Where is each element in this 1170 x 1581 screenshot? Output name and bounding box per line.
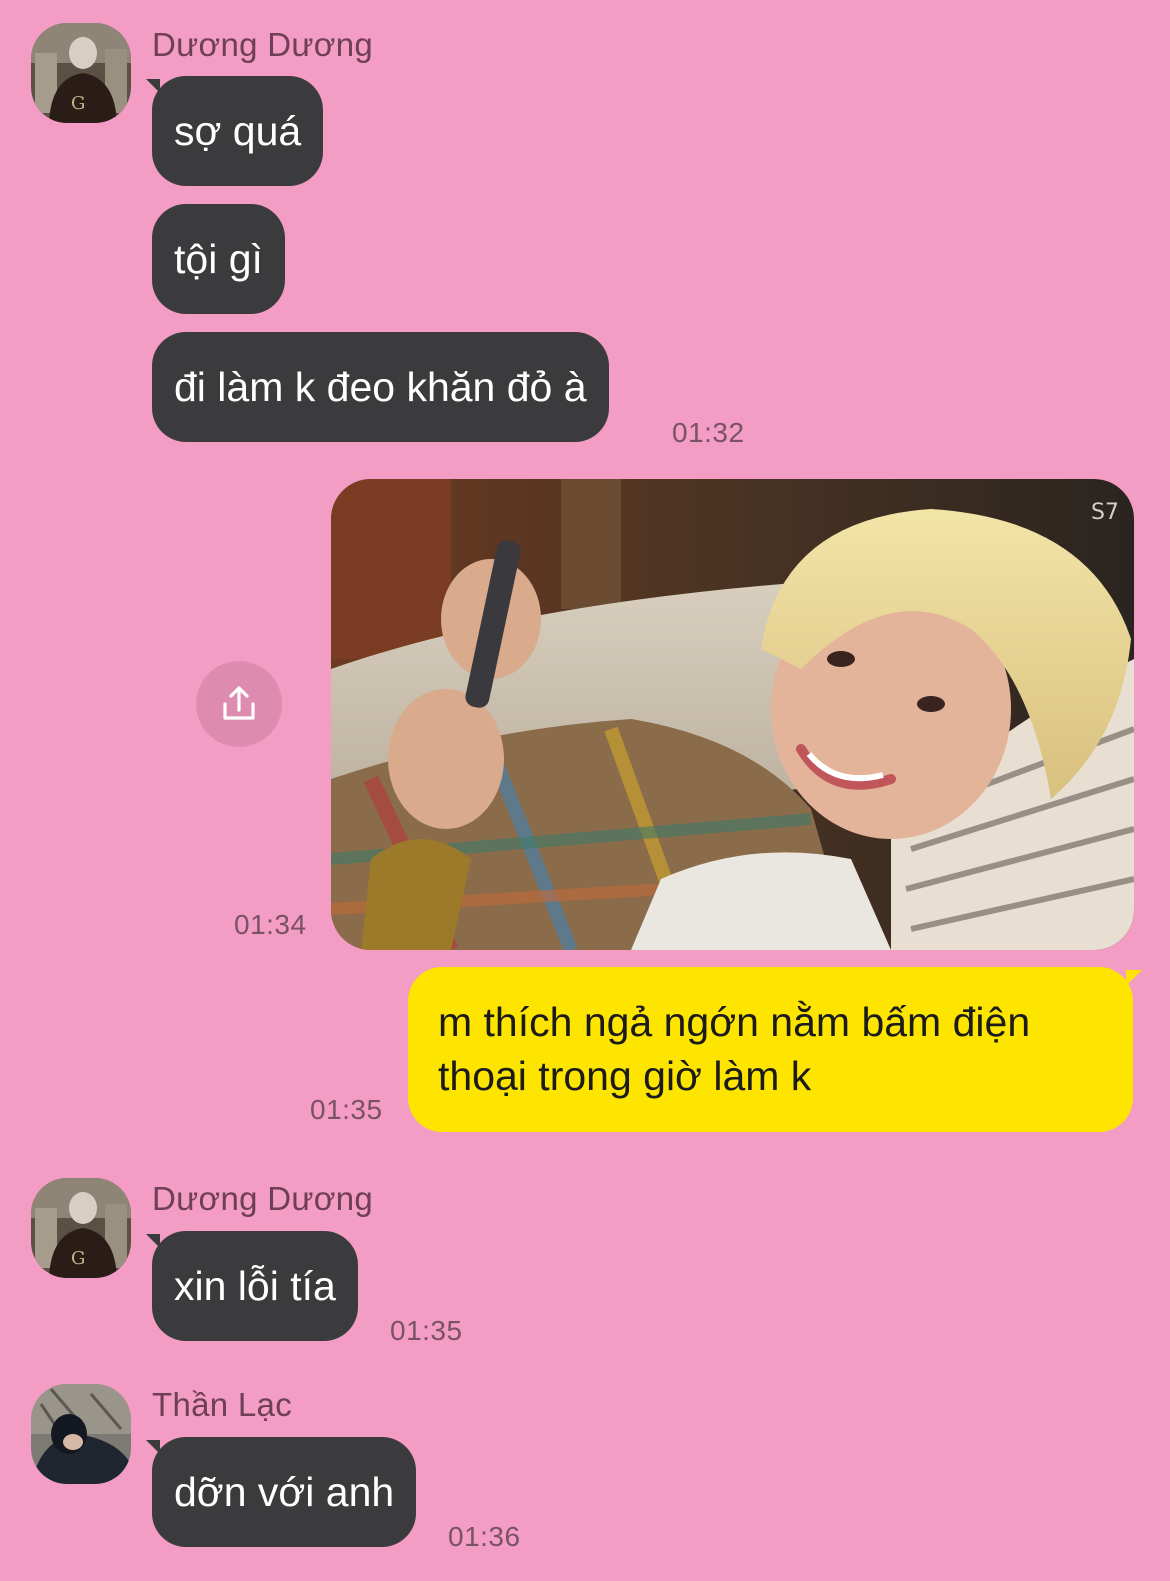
svg-text:G: G xyxy=(71,93,85,114)
message-timestamp: 01:35 xyxy=(310,1094,383,1125)
svg-text:G: G xyxy=(71,1248,85,1269)
avatar-duong-duong[interactable]: G xyxy=(31,23,131,123)
bubble-tail xyxy=(1126,970,1142,986)
share-button[interactable] xyxy=(196,661,282,747)
message-timestamp: 01:34 xyxy=(234,909,307,940)
message-timestamp: 01:35 xyxy=(390,1315,463,1346)
sender-name: Dương Dương xyxy=(152,26,374,63)
message-bubble[interactable]: xin lỗi tía xyxy=(152,1231,358,1341)
avatar-duong-duong[interactable]: G xyxy=(31,1178,131,1278)
avatar-than-lac[interactable] xyxy=(31,1384,131,1484)
photo-image: S7 xyxy=(331,479,1134,950)
share-upload-icon xyxy=(223,686,255,720)
shared-photo[interactable]: S7 xyxy=(331,479,1134,950)
message-bubble[interactable]: sợ quá xyxy=(152,76,324,186)
photo-watermark: S7 xyxy=(1091,500,1119,525)
message-timestamp: 01:36 xyxy=(448,1521,521,1552)
message-bubble[interactable]: tội gì xyxy=(152,204,285,314)
sender-name: Dương Dương xyxy=(152,1180,374,1217)
outgoing-message-bubble[interactable]: m thích ngả ngớn nằm bấm điện thoại tron… xyxy=(408,967,1133,1132)
message-bubble[interactable]: dỡn với anh xyxy=(152,1437,417,1547)
message-timestamp: 01:32 xyxy=(672,417,745,448)
message-bubble[interactable]: đi làm k đeo khăn đỏ à xyxy=(152,332,609,442)
sender-name: Thần Lạc xyxy=(152,1386,292,1423)
